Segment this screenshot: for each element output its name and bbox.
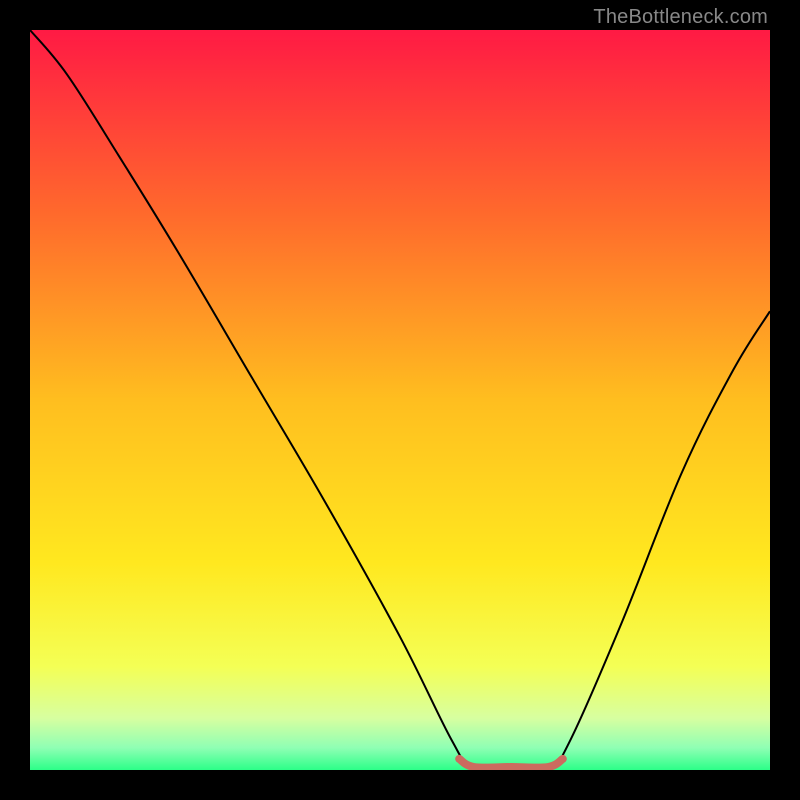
watermark-label: TheBottleneck.com: [593, 6, 768, 29]
gradient-background: [30, 30, 770, 770]
chart-canvas: [30, 30, 770, 770]
chart-frame: [30, 30, 770, 770]
